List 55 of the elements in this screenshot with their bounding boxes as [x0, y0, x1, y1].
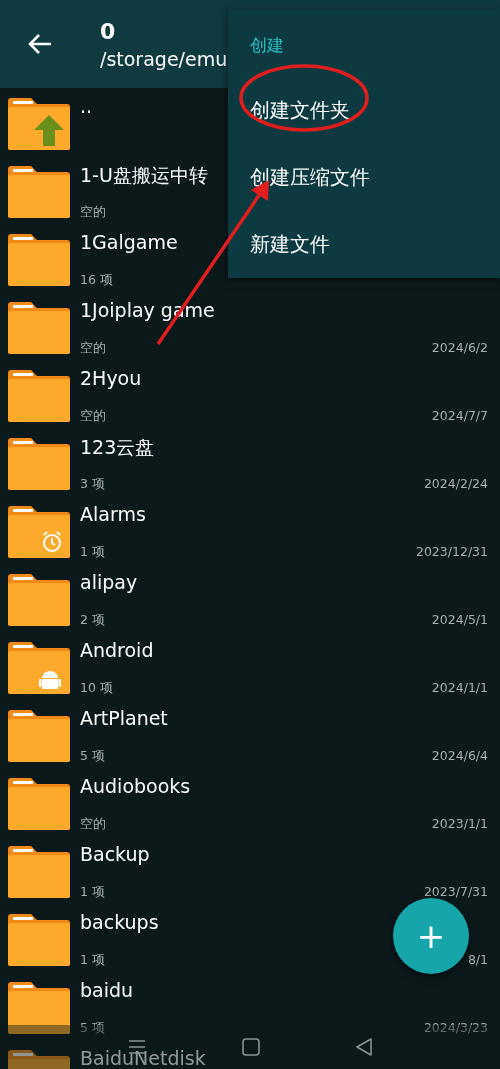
- modified-date: 2023/12/31: [415, 544, 488, 561]
- back-icon[interactable]: [356, 1038, 372, 1056]
- item-count: 10 项: [80, 680, 113, 697]
- menu-item[interactable]: 新建文件: [250, 211, 500, 278]
- folder-name[interactable]: 2Hyou: [80, 367, 488, 389]
- item-count: 16 项: [80, 272, 113, 289]
- folder-icon: [8, 710, 70, 762]
- folder-icon: [8, 914, 70, 966]
- item-count: 空的: [80, 340, 106, 357]
- item-count: 1 项: [80, 544, 105, 561]
- folder-icon: [8, 778, 70, 830]
- item-count: 空的: [80, 408, 106, 425]
- android-robot-icon: [39, 671, 61, 689]
- menu-heading: 创建: [250, 34, 285, 57]
- alarm-clock-icon: [43, 531, 61, 552]
- item-count: 1 项: [80, 884, 105, 901]
- item-count: 1 项: [80, 952, 105, 969]
- item-count: 空的: [80, 204, 106, 221]
- item-count: 3 项: [80, 476, 105, 493]
- folder-name[interactable]: baidu: [80, 979, 488, 1001]
- home-icon[interactable]: [242, 1038, 260, 1056]
- folder-icon: [8, 982, 70, 1034]
- up-arrow-icon: [34, 115, 64, 146]
- folder-name[interactable]: BaiduNetdisk: [80, 1047, 488, 1069]
- folder-icon: [8, 166, 70, 218]
- modified-date: 2024/6/2: [431, 340, 488, 357]
- folder-name[interactable]: ArtPlanet: [80, 707, 488, 729]
- folder-icon: [8, 574, 70, 626]
- folder-name[interactable]: Backup: [80, 843, 488, 865]
- folder-icon: [8, 234, 70, 286]
- folder-icon: [8, 370, 70, 422]
- item-count: 空的: [80, 816, 106, 833]
- folder-name[interactable]: 123云盘: [80, 435, 488, 461]
- back-arrow-icon[interactable]: [27, 33, 53, 55]
- modified-date: 2024/3/23: [423, 1020, 488, 1037]
- folder-name[interactable]: Audiobooks: [80, 775, 488, 797]
- item-count: 5 项: [80, 748, 105, 765]
- folder-icon: [8, 302, 70, 354]
- modified-date: 2023/7/31: [423, 884, 488, 901]
- modified-date: 2024/2/24: [423, 476, 488, 493]
- folder-icon: [8, 846, 70, 898]
- folder-name[interactable]: Alarms: [80, 503, 488, 525]
- modified-date: 2023/1/1: [431, 816, 488, 833]
- item-count: 2 项: [80, 612, 105, 629]
- modified-date: 2024/7/7: [431, 408, 488, 425]
- folder-title: 0: [100, 18, 117, 44]
- folder-name[interactable]: alipay: [80, 571, 488, 593]
- folder-name[interactable]: Android: [80, 639, 488, 661]
- modified-date: 2024/5/1: [431, 612, 488, 629]
- item-count: 5 项: [80, 1020, 105, 1037]
- folder-icon: [8, 438, 70, 490]
- modified-date: 8/1: [467, 952, 488, 969]
- modified-date: 2024/1/1: [431, 680, 488, 697]
- folder-path: /storage/emu: [100, 47, 228, 70]
- modified-date: 2024/6/4: [431, 748, 488, 765]
